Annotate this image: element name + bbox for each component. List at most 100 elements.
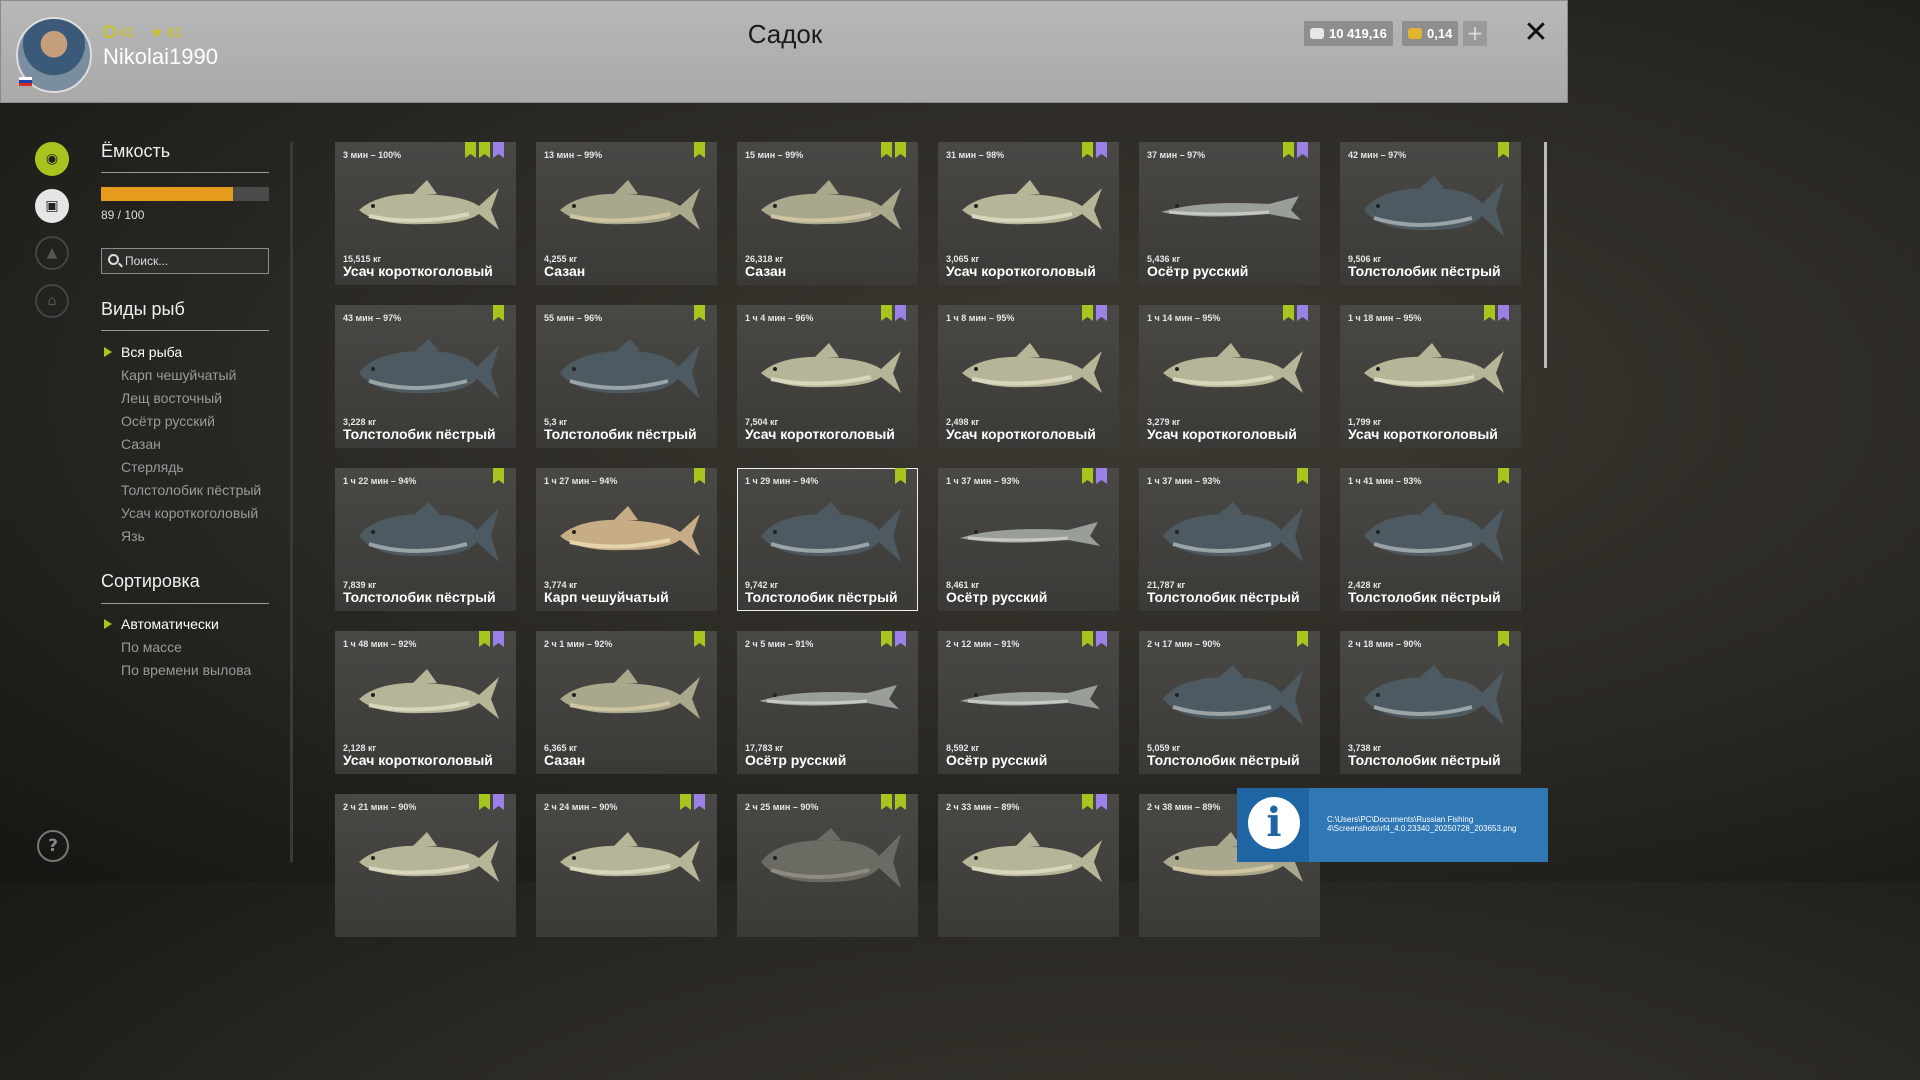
close-button[interactable]: ✕ xyxy=(1521,15,1551,51)
sort-option-item[interactable]: По времени вылова xyxy=(121,662,251,678)
card-badges xyxy=(680,794,705,810)
catch-time: 2 ч 12 мин – 91% xyxy=(946,639,1020,649)
purple-bookmark-icon xyxy=(493,631,504,647)
silver-amount: 10 419,16 xyxy=(1329,26,1387,41)
fish-keepnet-tab-icon[interactable]: ◉ xyxy=(35,142,69,176)
green-bookmark-icon xyxy=(465,142,476,158)
catch-time: 1 ч 18 мин – 95% xyxy=(1348,313,1422,323)
fish-card[interactable]: 1 ч 29 мин – 94% 9,742 кг Толстолобик пё… xyxy=(737,468,918,611)
purple-bookmark-icon xyxy=(1498,305,1509,321)
fish-card[interactable]: 2 ч 18 мин – 90% 3,738 кг Толстолобик пё… xyxy=(1340,631,1521,774)
fish-name: Толстолобик пёстрый xyxy=(343,589,496,605)
fish-card[interactable]: 1 ч 18 мин – 95% 1,799 кг Усач короткого… xyxy=(1340,305,1521,448)
green-bookmark-icon xyxy=(1082,794,1093,810)
species-filter-item[interactable]: Лещ восточный xyxy=(121,390,222,406)
card-badges xyxy=(1498,468,1509,484)
fish-card[interactable]: 1 ч 48 мин – 92% 2,128 кг Усач короткого… xyxy=(335,631,516,774)
fish-name: Усач короткоголовый xyxy=(1348,426,1498,442)
card-badges xyxy=(1297,631,1308,647)
fish-name: Усач короткоголовый xyxy=(946,426,1096,442)
purple-bookmark-icon xyxy=(1096,142,1107,158)
green-bookmark-icon xyxy=(694,468,705,484)
notification-path: C:\Users\PC\Documents\Russian Fishing 4\… xyxy=(1327,815,1517,833)
search-input[interactable] xyxy=(123,251,267,271)
species-filter-item[interactable]: Вся рыба xyxy=(103,344,182,360)
species-filter-item[interactable]: Карп чешуйчатый xyxy=(121,367,236,383)
sort-option-item[interactable]: Автоматически xyxy=(104,616,219,632)
fish-image xyxy=(1364,176,1504,236)
search-box[interactable] xyxy=(101,248,269,274)
fish-name: Осётр русский xyxy=(1147,263,1249,279)
card-badges xyxy=(479,794,504,810)
catch-time: 1 ч 22 мин – 94% xyxy=(343,476,417,486)
sort-title: Сортировка xyxy=(101,571,200,591)
catch-time: 2 ч 25 мин – 90% xyxy=(745,802,819,812)
fish-name: Толстолобик пёстрый xyxy=(1348,589,1501,605)
species-filter-item[interactable]: Стерлядь xyxy=(121,459,184,475)
fish-image xyxy=(1364,665,1504,725)
fish-name: Толстолобик пёстрый xyxy=(1348,263,1501,279)
species-filter-item[interactable]: Осётр русский xyxy=(121,413,215,429)
fish-card[interactable]: 42 мин – 97% 9,506 кг Толстолобик пёстры… xyxy=(1340,142,1521,285)
card-badges xyxy=(1082,631,1107,647)
screenshot-notification[interactable]: i C:\Users\PC\Documents\Russian Fishing … xyxy=(1237,788,1548,862)
species-filter-item[interactable]: Усач короткоголовый xyxy=(121,505,258,521)
fish-card[interactable]: 37 мин – 97% 5,436 кг Осётр русский xyxy=(1139,142,1320,285)
capacity-text: 89 / 100 xyxy=(101,208,145,222)
fish-card[interactable]: 55 мин – 96% 5,3 кг Толстолобик пёстрый xyxy=(536,305,717,448)
card-badges xyxy=(881,305,906,321)
green-bookmark-icon xyxy=(1082,305,1093,321)
fish-image xyxy=(1163,343,1303,393)
green-bookmark-icon xyxy=(881,142,892,158)
fish-card[interactable]: 2 ч 21 мин – 90% xyxy=(335,794,516,937)
fish-card[interactable]: 2 ч 5 мин – 91% 17,783 кг Осётр русский xyxy=(737,631,918,774)
fish-card[interactable]: 2 ч 25 мин – 90% xyxy=(737,794,918,937)
home-tab-icon[interactable]: ⌂ xyxy=(35,284,69,318)
help-icon[interactable]: ? xyxy=(37,830,69,862)
sort-option-item[interactable]: По массе xyxy=(121,639,182,655)
fish-card[interactable]: 2 ч 33 мин – 89% xyxy=(938,794,1119,937)
fish-card[interactable]: 2 ч 1 мин – 92% 6,365 кг Сазан xyxy=(536,631,717,774)
purple-bookmark-icon xyxy=(1297,305,1308,321)
fish-name: Толстолобик пёстрый xyxy=(544,426,697,442)
fish-card[interactable]: 3 мин – 100% 15,515 кг Усач короткоголов… xyxy=(335,142,516,285)
fish-name: Осётр русский xyxy=(745,752,847,768)
fish-card[interactable]: 2 ч 24 мин – 90% xyxy=(536,794,717,937)
search-icon xyxy=(108,254,119,265)
fish-card[interactable]: 31 мин – 98% 3,065 кг Усач короткоголовы… xyxy=(938,142,1119,285)
fish-card[interactable]: 1 ч 41 мин – 93% 2,428 кг Толстолобик пё… xyxy=(1340,468,1521,611)
fish-image xyxy=(1163,502,1303,562)
buy-currency-button[interactable]: + xyxy=(1463,21,1487,46)
fish-card[interactable]: 1 ч 8 мин – 95% 2,498 кг Усач короткогол… xyxy=(938,305,1119,448)
silver-balance: 10 419,16 xyxy=(1304,21,1393,46)
fish-card[interactable]: 2 ч 17 мин – 90% 5,059 кг Толстолобик пё… xyxy=(1139,631,1320,774)
fish-card[interactable]: 2 ч 12 мин – 91% 8,592 кг Осётр русский xyxy=(938,631,1119,774)
green-bookmark-icon xyxy=(1498,631,1509,647)
fish-card[interactable]: 1 ч 4 мин – 96% 7,504 кг Усач короткогол… xyxy=(737,305,918,448)
green-bookmark-icon xyxy=(680,794,691,810)
green-bookmark-icon xyxy=(694,142,705,158)
species-filter-item[interactable]: Сазан xyxy=(121,436,161,452)
green-bookmark-icon xyxy=(1484,305,1495,321)
fish-card[interactable]: 15 мин – 99% 26,318 кг Сазан xyxy=(737,142,918,285)
divider xyxy=(101,330,269,331)
fish-image xyxy=(359,832,499,882)
green-bookmark-icon xyxy=(1082,631,1093,647)
fish-card[interactable]: 43 мин – 97% 3,228 кг Толстолобик пёстры… xyxy=(335,305,516,448)
catch-time: 55 мин – 96% xyxy=(544,313,603,323)
fish-card[interactable]: 1 ч 22 мин – 94% 7,839 кг Толстолобик пё… xyxy=(335,468,516,611)
fish-card[interactable]: 1 ч 27 мин – 94% 3,774 кг Карп чешуйчаты… xyxy=(536,468,717,611)
camp-tab-icon[interactable]: ▲ xyxy=(35,236,69,270)
scrollbar-thumb[interactable] xyxy=(1544,142,1547,368)
fish-card[interactable]: 1 ч 14 мин – 95% 3,279 кг Усач короткого… xyxy=(1139,305,1320,448)
top-bar: 41 ★ 81 Nikolai1990 Садок 10 419,16 0,14… xyxy=(0,0,1568,103)
card-badges xyxy=(1082,794,1107,810)
fish-image xyxy=(359,669,499,719)
species-filter-item[interactable]: Язь xyxy=(121,528,145,544)
fish-card[interactable]: 1 ч 37 мин – 93% 8,461 кг Осётр русский xyxy=(938,468,1119,611)
country-flag-icon xyxy=(19,77,32,86)
fish-card[interactable]: 1 ч 37 мин – 93% 21,787 кг Толстолобик п… xyxy=(1139,468,1320,611)
storage-tab-icon[interactable]: ▣ xyxy=(35,189,69,223)
fish-card[interactable]: 13 мин – 99% 4,255 кг Сазан xyxy=(536,142,717,285)
species-filter-item[interactable]: Толстолобик пёстрый xyxy=(121,482,261,498)
